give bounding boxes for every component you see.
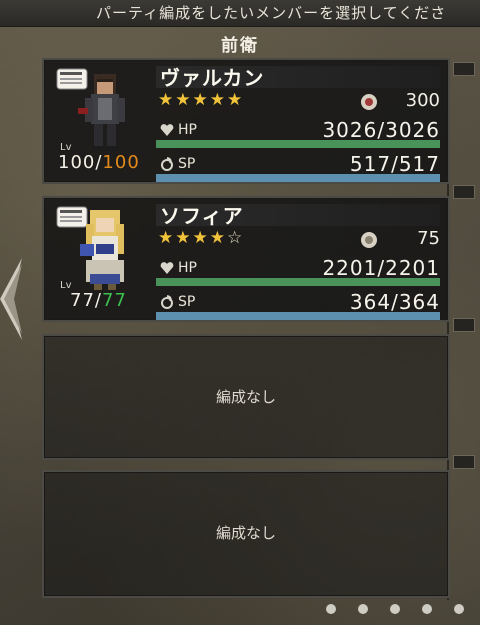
- top-instruction-bar: パーティ編成をしたいメンバーを選択してくださ: [0, 0, 480, 27]
- section-title: 前衛: [221, 36, 259, 56]
- rail-notch: [453, 455, 475, 469]
- level-current: 100/: [58, 152, 103, 173]
- level-max: 100: [102, 152, 140, 173]
- empty-slot-label: 編成なし: [215, 524, 276, 542]
- sp-bar: [156, 174, 440, 182]
- empty-slot-label: 編成なし: [215, 388, 276, 406]
- rail-notch: [453, 62, 475, 76]
- party-slot-2[interactable]: Lv 77/77 ソフィア ★★★★☆ 75 HP 2201/2201 SP 3…: [42, 196, 450, 322]
- character-name: ソフィア: [160, 204, 244, 228]
- hp-label: HP: [178, 122, 197, 138]
- sp-swirl-icon: [161, 157, 173, 171]
- hp-value: 3026/3026: [322, 118, 440, 142]
- rail-notch: [453, 318, 475, 332]
- page-dot[interactable]: [326, 604, 336, 614]
- sp-bar-fill: [156, 174, 440, 182]
- party-slot-1[interactable]: Lv 100/100 ヴァルカン ★★★★★ 300 HP 3026/3026 …: [42, 58, 450, 184]
- hp-value: 2201/2201: [322, 256, 440, 280]
- level-current: 77/: [70, 290, 102, 311]
- hp-label: HP: [178, 260, 197, 276]
- stars-filled: ★★★★★: [158, 90, 245, 110]
- sp-swirl-icon: [161, 295, 173, 309]
- instruction-text: パーティ編成をしたいメンバーを選択してくださ: [96, 4, 447, 22]
- sp-row: SP 517/517: [160, 152, 440, 176]
- character-name: ヴァルカン: [160, 66, 265, 90]
- sp-value: 364/364: [349, 290, 440, 314]
- rarity-stars: ★★★★☆: [158, 228, 244, 248]
- hp-bar: [156, 140, 440, 148]
- sp-label: SP: [178, 294, 196, 310]
- level-max: 77: [101, 290, 127, 311]
- level-value: 100/100: [58, 152, 140, 173]
- rarity-stars: ★★★★★: [158, 90, 244, 110]
- party-slot-4[interactable]: 編成なし: [42, 470, 450, 598]
- page-dot[interactable]: [422, 604, 432, 614]
- left-arrow-icon[interactable]: [0, 258, 22, 340]
- sp-bar: [156, 312, 440, 320]
- stars-empty: ☆: [226, 228, 245, 248]
- page-dot[interactable]: [358, 604, 368, 614]
- level-value: 77/77: [70, 290, 127, 311]
- party-slot-3[interactable]: 編成なし: [42, 334, 450, 460]
- crest-icon: [361, 94, 377, 110]
- page-dot[interactable]: [390, 604, 400, 614]
- crest-icon: [361, 232, 377, 248]
- heart-icon: [160, 124, 174, 136]
- hp-row: HP 3026/3026: [160, 118, 440, 142]
- hp-bar-fill: [156, 278, 440, 286]
- token-value: 300: [405, 90, 440, 111]
- page-dot[interactable]: [454, 604, 464, 614]
- sp-value: 517/517: [349, 152, 440, 176]
- sp-row: SP 364/364: [160, 290, 440, 314]
- token-value: 75: [417, 228, 440, 249]
- hp-bar-fill: [156, 140, 440, 148]
- rail-notch: [453, 185, 475, 199]
- sp-label: SP: [178, 156, 196, 172]
- sp-bar-fill: [156, 312, 440, 320]
- stars-filled: ★★★★: [158, 228, 227, 248]
- hp-row: HP 2201/2201: [160, 256, 440, 280]
- heart-icon: [160, 262, 174, 274]
- hp-bar: [156, 278, 440, 286]
